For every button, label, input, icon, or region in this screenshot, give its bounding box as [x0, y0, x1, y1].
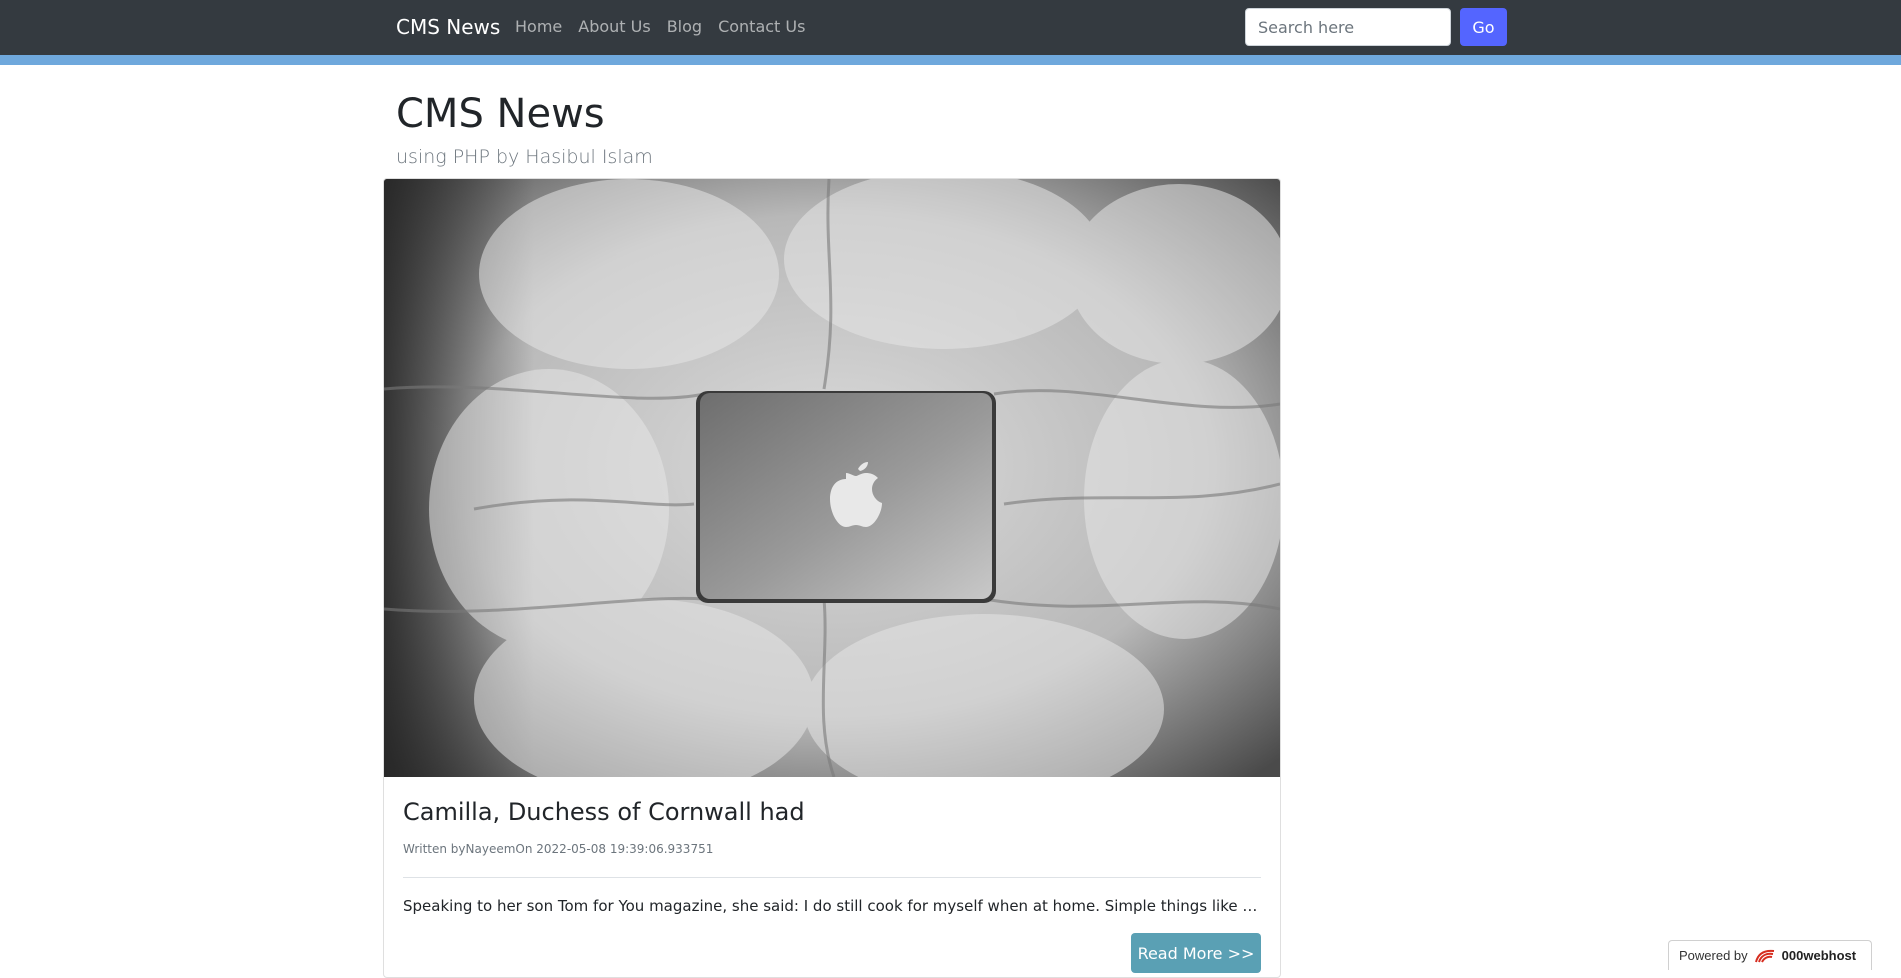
- powered-by-label: Powered by: [1679, 948, 1748, 963]
- nav-link-home[interactable]: Home: [515, 16, 562, 38]
- nav-link-blog[interactable]: Blog: [667, 16, 702, 38]
- go-button[interactable]: Go: [1460, 8, 1507, 46]
- nav-links: Home About Us Blog Contact Us: [515, 16, 805, 38]
- post-card: Camilla, Duchess of Cornwall had Written…: [383, 178, 1281, 978]
- post-excerpt: Speaking to her son Tom for You magazine…: [403, 897, 1263, 915]
- brand-link[interactable]: CMS News: [396, 14, 500, 40]
- post-image[interactable]: [384, 179, 1280, 777]
- search-input[interactable]: [1245, 8, 1451, 46]
- post-meta: Written byNayeemOn 2022-05-08 19:39:06.9…: [403, 842, 714, 856]
- powered-by-badge[interactable]: Powered by 000webhost: [1668, 940, 1872, 970]
- read-more-button[interactable]: Read More >>: [1131, 933, 1261, 973]
- nav-link-contact-us[interactable]: Contact Us: [718, 16, 805, 38]
- post-title[interactable]: Camilla, Duchess of Cornwall had: [403, 796, 805, 828]
- page-subtitle: using PHP by Hasibul Islam: [396, 146, 653, 168]
- page-title: CMS News: [396, 91, 605, 137]
- navbar-accent-stripe: [0, 55, 1901, 65]
- card-divider: [403, 877, 1261, 878]
- 000webhost-logo-icon: [1754, 949, 1774, 963]
- host-name: 000webhost: [1781, 948, 1857, 963]
- nav-link-about-us[interactable]: About Us: [578, 16, 650, 38]
- top-navbar: CMS News Home About Us Blog Contact Us G…: [0, 0, 1901, 55]
